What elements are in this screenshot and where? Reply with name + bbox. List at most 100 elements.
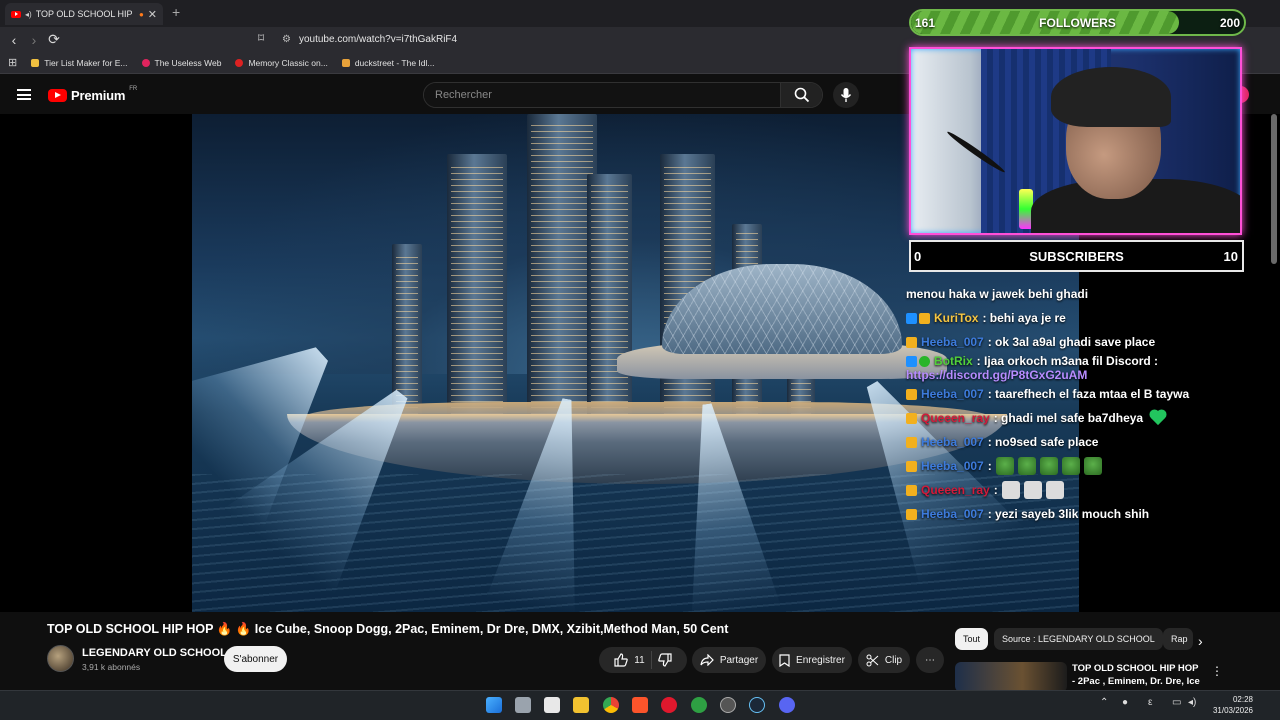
channel-subscriber-count: 3,91 k abonnés	[82, 662, 141, 672]
chat-username: Heeba_007	[921, 387, 984, 401]
fire-icon: ●	[138, 9, 144, 19]
chat-message: menou haka w jawek behi ghadi	[906, 282, 1251, 306]
followers-goal: 200	[1219, 16, 1240, 30]
frog-emote-icon	[1039, 457, 1058, 475]
chat-message: Heeba_007:	[906, 454, 1251, 478]
channel-name[interactable]: LEGENDARY OLD SCHOOL	[82, 647, 227, 659]
page-scrollbar[interactable]	[1271, 114, 1277, 264]
chat-text: : ok 3al a9al ghadi save place	[987, 335, 1156, 349]
crown-badge-icon	[906, 508, 917, 520]
bookmark-duckstreet[interactable]: duckstreet - The Idl...	[341, 58, 435, 68]
like-dislike-group: 11	[599, 647, 687, 673]
frog-emote-icon	[1061, 457, 1080, 475]
file-explorer-icon[interactable]	[573, 697, 589, 713]
recommendation-menu-icon[interactable]: ⋮	[1211, 664, 1223, 678]
forward-icon[interactable]: ›	[24, 32, 44, 48]
bookmark-tier-list[interactable]: Tier List Maker for E...	[31, 58, 128, 68]
chevron-right-icon[interactable]: ›	[1198, 633, 1203, 649]
opera-icon[interactable]	[661, 697, 677, 713]
discord-icon[interactable]	[779, 697, 795, 713]
share-button[interactable]: Partager	[692, 647, 766, 673]
xbox-icon[interactable]	[691, 697, 707, 713]
youtube-favicon-icon	[11, 10, 21, 18]
chat-message: KuriTox: behi aya je re	[906, 306, 1251, 330]
search-input[interactable]	[424, 83, 780, 107]
microphone-icon	[840, 88, 852, 102]
back-icon[interactable]: ‹	[4, 32, 24, 48]
webcam-streamer-cap	[1051, 67, 1171, 127]
bookmark-favicon-icon	[235, 58, 244, 67]
save-button[interactable]: Enregistrer	[772, 647, 852, 673]
chat-link[interactable]: https://discord.gg/P8tGxG2uAM	[906, 368, 1087, 382]
chip-source[interactable]: Source : LEGENDARY OLD SCHOOL	[994, 628, 1163, 650]
check-badge-icon	[919, 355, 930, 367]
voice-search-button[interactable]	[833, 82, 859, 108]
followers-goal-bar: 161 FOLLOWERS 200	[909, 9, 1246, 36]
new-tab-button[interactable]: +	[172, 4, 180, 20]
recommendation-thumbnail[interactable]	[955, 662, 1067, 692]
chat-username: Heeba_007	[921, 335, 984, 349]
frog-emote-icon	[995, 457, 1014, 475]
store-icon[interactable]	[544, 697, 560, 713]
thumbs-up-icon[interactable]	[614, 653, 629, 667]
thumbs-down-icon[interactable]	[657, 653, 672, 667]
chat-text: : ghadi mel safe ba7dheya	[993, 411, 1144, 425]
url-text: youtube.com/watch?v=i7thGakRiF4	[298, 34, 458, 45]
channel-avatar[interactable]	[47, 645, 74, 672]
site-info-icon[interactable]: ⚙	[282, 34, 291, 45]
menu-icon[interactable]	[17, 89, 31, 100]
chat-message: Queeen_ray: ghadi mel safe ba7dheya	[906, 406, 1251, 430]
reload-icon[interactable]: ⟳	[44, 31, 64, 48]
subscribe-button[interactable]: S'abonner	[224, 646, 287, 672]
video-tower	[392, 244, 422, 414]
tray-keyboard-icon[interactable]: ε	[1148, 697, 1152, 708]
chip-all[interactable]: Tout	[955, 628, 989, 650]
taskbar-clock[interactable]: 02:28 31/03/2026	[1207, 694, 1253, 716]
scissors-icon	[866, 654, 879, 666]
tray-mic-icon[interactable]: ●	[1122, 697, 1128, 708]
chat-message: Heeba_007: taarefhech el faza mtaa el B …	[906, 382, 1251, 406]
chat-username: Queeen_ray	[921, 483, 990, 497]
frog-emote-icon	[1017, 457, 1036, 475]
steam-icon[interactable]	[749, 697, 765, 713]
search-icon	[794, 87, 809, 103]
chat-username: BotRix	[934, 354, 973, 368]
tab-close-icon[interactable]: ✕	[148, 8, 157, 21]
chat-username: KuriTox	[934, 311, 979, 325]
chat-text: :	[987, 459, 992, 473]
like-count[interactable]: 11	[634, 655, 644, 666]
chat-username: Heeba_007	[921, 507, 984, 521]
more-actions-button[interactable]: ⋯	[916, 647, 944, 673]
search-button[interactable]	[780, 83, 822, 107]
tray-chevron-icon[interactable]: ⌃	[1100, 697, 1108, 708]
chrome-icon[interactable]	[603, 697, 619, 713]
clip-button[interactable]: Clip	[858, 647, 910, 673]
chip-rap[interactable]: Rap	[1163, 628, 1193, 650]
youtube-premium-logo[interactable]: Premium FR	[48, 86, 137, 103]
chat-text: : Ijaa orkoch m3ana fil Discord :	[976, 354, 1159, 368]
tray-volume-icon[interactable]: ◂)	[1188, 697, 1196, 708]
bookmark-useless-web[interactable]: The Useless Web	[141, 58, 221, 68]
speaker-icon[interactable]: ◂)	[25, 10, 32, 19]
chat-message: Queeen_ray:	[906, 478, 1251, 502]
apps-grid-icon[interactable]: ⊞	[8, 56, 17, 69]
clock-time: 02:28	[1232, 695, 1253, 704]
chat-message: BotRix: Ijaa orkoch m3ana fil Discord :h…	[906, 354, 1251, 382]
browser-tab[interactable]: ◂) TOP OLD SCHOOL HIP HOP ● ✕	[5, 3, 163, 25]
brave-icon[interactable]	[632, 697, 648, 713]
chat-message: Heeba_007: yezi sayeb 3lik mouch shih	[906, 502, 1251, 526]
bookmark-memory-classic[interactable]: Memory Classic on...	[235, 58, 328, 68]
app-icon[interactable]	[720, 697, 736, 713]
crown-badge-icon	[906, 336, 917, 348]
video-tower	[447, 154, 507, 414]
subscribers-goal: 10	[1223, 249, 1238, 264]
bookmark-page-icon[interactable]: ⌑	[258, 31, 264, 45]
crown-badge-icon	[906, 436, 917, 448]
address-bar[interactable]: ⚙ youtube.com/watch?v=i7thGakRiF4	[282, 31, 902, 48]
video-letterbox-left	[0, 114, 192, 612]
tray-network-icon[interactable]: ▭	[1172, 697, 1181, 708]
ghost-emote-icon	[1045, 481, 1064, 499]
task-view-icon[interactable]	[515, 697, 531, 713]
chat-text: menou haka w jawek behi ghadi	[906, 287, 1089, 301]
windows-start-icon[interactable]	[486, 697, 502, 713]
